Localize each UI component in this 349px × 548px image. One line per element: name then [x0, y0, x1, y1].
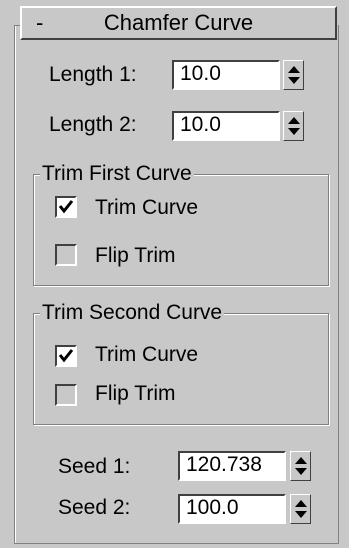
seed1-label: Seed 1:: [58, 455, 131, 478]
rollout-header-button[interactable]: - Chamfer Curve: [20, 6, 337, 40]
spinner-up-icon: [288, 117, 300, 124]
spinner-up-icon: [295, 500, 307, 507]
trim-first-flip-trim-checkbox[interactable]: [55, 244, 77, 266]
spinner-down-icon: [295, 511, 307, 518]
trim-second-flip-trim-label[interactable]: Flip Trim: [95, 381, 176, 407]
spinner-down-icon: [295, 468, 307, 475]
checkmark-icon: [58, 200, 74, 214]
length1-spinner[interactable]: [283, 60, 304, 90]
spinner-down-icon: [288, 77, 300, 84]
length2-spinner[interactable]: [283, 111, 304, 141]
rollout-frame-right: [338, 25, 339, 543]
seed2-spinner[interactable]: [290, 494, 311, 524]
trim-second-curve-group: [33, 313, 329, 425]
seed1-field[interactable]: 120.738: [178, 451, 286, 481]
length1-label: Length 1:: [49, 63, 137, 86]
spinner-up-icon: [295, 457, 307, 464]
length2-field[interactable]: 10.0: [172, 111, 280, 141]
trim-first-curve-group: [33, 174, 329, 286]
trim-second-curve-title: Trim Second Curve: [40, 300, 225, 326]
trim-first-trim-curve-checkbox[interactable]: [55, 196, 77, 218]
trim-second-trim-curve-label[interactable]: Trim Curve: [95, 342, 198, 368]
length2-label: Length 2:: [49, 113, 137, 136]
trim-first-trim-curve-label[interactable]: Trim Curve: [95, 195, 198, 221]
trim-first-curve-title: Trim First Curve: [40, 161, 194, 187]
spinner-down-icon: [288, 128, 300, 135]
length1-field[interactable]: 10.0: [172, 60, 280, 90]
rollout-title: Chamfer Curve: [103, 10, 254, 35]
rollout-frame-left: [14, 25, 15, 543]
trim-first-flip-trim-label[interactable]: Flip Trim: [95, 243, 176, 269]
seed2-label: Seed 2:: [58, 496, 131, 519]
seed2-field[interactable]: 100.0: [178, 494, 286, 524]
chamfer-curve-panel: - Chamfer Curve Length 1: 10.0 Length 2:…: [0, 0, 349, 548]
checkmark-icon: [58, 349, 74, 363]
spinner-up-icon: [288, 66, 300, 73]
trim-second-flip-trim-checkbox[interactable]: [55, 384, 77, 406]
trim-second-trim-curve-checkbox[interactable]: [55, 345, 77, 367]
rollout-frame-bottom: [14, 543, 339, 544]
seed1-spinner[interactable]: [290, 451, 311, 481]
